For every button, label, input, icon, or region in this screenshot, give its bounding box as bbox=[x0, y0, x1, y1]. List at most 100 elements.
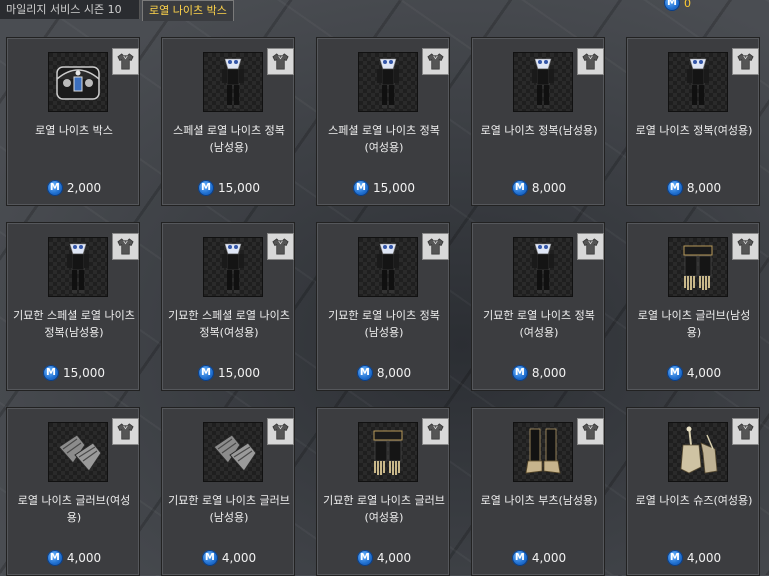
maple-point-icon: M bbox=[198, 180, 214, 196]
item-price: M 4,000 bbox=[317, 550, 451, 566]
price-value: 4,000 bbox=[531, 551, 567, 565]
item-card[interactable]: 기묘한 스페셜 로열 나이츠 정복(남성용) M 15,000 bbox=[6, 222, 140, 391]
maple-point-icon: M bbox=[356, 550, 373, 566]
price-value: 2,000 bbox=[66, 181, 102, 195]
knight-uniform-icon bbox=[203, 237, 263, 297]
equip-preview-shirt-icon[interactable] bbox=[112, 233, 139, 260]
item-card[interactable]: 기묘한 로열 나이츠 글러브(여성용) M 4,000 bbox=[316, 407, 450, 576]
price-value: 15,000 bbox=[218, 366, 260, 380]
maple-point-icon: M bbox=[353, 180, 369, 196]
balance-value: 0 bbox=[684, 0, 691, 10]
item-card[interactable]: 로열 나이츠 글러브(여성용) M 4,000 bbox=[6, 407, 140, 576]
equip-preview-shirt-icon[interactable] bbox=[267, 48, 294, 75]
price-value: 8,000 bbox=[686, 181, 722, 195]
treasure-box-icon bbox=[48, 52, 108, 112]
maple-point-icon: M bbox=[43, 365, 59, 381]
item-card[interactable]: 스페셜 로열 나이츠 정복(여성용) M 15,000 bbox=[316, 37, 450, 206]
item-price: M 8,000 bbox=[472, 365, 606, 381]
item-name: 로열 나이츠 글러브(남성용) bbox=[637, 309, 751, 339]
equip-preview-shirt-icon[interactable] bbox=[422, 418, 449, 445]
item-price: M 8,000 bbox=[317, 365, 451, 381]
item-price: M 15,000 bbox=[162, 180, 296, 196]
item-price: M 2,000 bbox=[7, 180, 141, 196]
equip-preview-shirt-icon[interactable] bbox=[732, 48, 759, 75]
equip-preview-shirt-icon[interactable] bbox=[577, 418, 604, 445]
item-name: 기묘한 스페셜 로열 나이츠 정복(여성용) bbox=[168, 309, 290, 339]
equip-preview-shirt-icon[interactable] bbox=[112, 418, 139, 445]
item-name: 로열 나이츠 글러브(여성용) bbox=[17, 494, 131, 524]
equip-preview-shirt-icon[interactable] bbox=[112, 48, 139, 75]
item-name: 로열 나이츠 부츠(남성용) bbox=[480, 494, 598, 507]
item-name: 스페셜 로열 나이츠 정복(남성용) bbox=[173, 124, 285, 154]
tab-bar: 마일리지 서비스 시즌 10 로열 나이츠 박스 M 0 bbox=[0, 0, 769, 22]
item-name: 기묘한 로열 나이츠 글러브(여성용) bbox=[323, 494, 445, 524]
knight-uniform-icon bbox=[668, 52, 728, 112]
equip-preview-shirt-icon[interactable] bbox=[422, 48, 449, 75]
item-card[interactable]: 기묘한 로열 나이츠 정복(남성용) M 8,000 bbox=[316, 222, 450, 391]
maple-point-icon: M bbox=[356, 365, 373, 381]
item-price: M 4,000 bbox=[7, 550, 141, 566]
maple-point-icon: M bbox=[511, 180, 528, 196]
maple-point-icon: M bbox=[511, 365, 528, 381]
boots-icon bbox=[513, 422, 573, 482]
item-name: 로열 나이츠 정복(여성용) bbox=[635, 124, 753, 137]
price-value: 8,000 bbox=[376, 366, 412, 380]
item-card[interactable]: 로열 나이츠 정복(남성용) M 8,000 bbox=[471, 37, 605, 206]
item-card[interactable]: 로열 나이츠 부츠(남성용) M 4,000 bbox=[471, 407, 605, 576]
equip-preview-shirt-icon[interactable] bbox=[732, 418, 759, 445]
price-value: 4,000 bbox=[221, 551, 257, 565]
equip-preview-shirt-icon[interactable] bbox=[732, 233, 759, 260]
item-name: 스페셜 로열 나이츠 정복(여성용) bbox=[328, 124, 440, 154]
item-name: 로열 나이츠 슈즈(여성용) bbox=[635, 494, 753, 507]
maple-point-icon: M bbox=[46, 180, 63, 196]
item-card[interactable]: 기묘한 로열 나이츠 정복(여성용) M 8,000 bbox=[471, 222, 605, 391]
price-value: 15,000 bbox=[218, 181, 260, 195]
item-card[interactable]: 로열 나이츠 정복(여성용) M 8,000 bbox=[626, 37, 760, 206]
knight-uniform-icon bbox=[358, 237, 418, 297]
price-value: 4,000 bbox=[686, 366, 722, 380]
maple-point-icon: M bbox=[201, 550, 218, 566]
equip-preview-shirt-icon[interactable] bbox=[267, 233, 294, 260]
price-value: 8,000 bbox=[531, 366, 567, 380]
item-card[interactable]: 기묘한 스페셜 로열 나이츠 정복(여성용) M 15,000 bbox=[161, 222, 295, 391]
price-value: 15,000 bbox=[63, 366, 105, 380]
tab-mileage-season[interactable]: 마일리지 서비스 시즌 10 bbox=[0, 0, 140, 19]
knight-uniform-icon bbox=[203, 52, 263, 112]
point-balance: M 0 bbox=[664, 0, 691, 11]
price-value: 4,000 bbox=[376, 551, 412, 565]
price-value: 4,000 bbox=[66, 551, 102, 565]
item-price: M 15,000 bbox=[317, 180, 451, 196]
item-card[interactable]: 로열 나이츠 글러브(남성용) M 4,000 bbox=[626, 222, 760, 391]
item-name: 로열 나이츠 정복(남성용) bbox=[480, 124, 598, 137]
item-name: 기묘한 로열 나이츠 글러브(남성용) bbox=[168, 494, 290, 524]
price-value: 15,000 bbox=[373, 181, 415, 195]
item-name: 로열 나이츠 박스 bbox=[35, 124, 113, 137]
knight-uniform-icon bbox=[48, 237, 108, 297]
item-price: M 4,000 bbox=[472, 550, 606, 566]
item-price: M 4,000 bbox=[627, 365, 761, 381]
silver-glove-icon bbox=[203, 422, 263, 482]
maple-point-icon: M bbox=[198, 365, 214, 381]
dark-glove-icon bbox=[668, 237, 728, 297]
tab-royal-knights-box[interactable]: 로열 나이츠 박스 bbox=[142, 0, 234, 21]
knight-uniform-icon bbox=[513, 237, 573, 297]
item-name: 기묘한 스페셜 로열 나이츠 정복(남성용) bbox=[13, 309, 135, 339]
heels-icon bbox=[668, 422, 728, 482]
item-card[interactable]: 스페셜 로열 나이츠 정복(남성용) M 15,000 bbox=[161, 37, 295, 206]
item-price: M 4,000 bbox=[162, 550, 296, 566]
equip-preview-shirt-icon[interactable] bbox=[267, 418, 294, 445]
knight-uniform-icon bbox=[358, 52, 418, 112]
knight-uniform-icon bbox=[513, 52, 573, 112]
equip-preview-shirt-icon[interactable] bbox=[422, 233, 449, 260]
item-card[interactable]: 기묘한 로열 나이츠 글러브(남성용) M 4,000 bbox=[161, 407, 295, 576]
silver-glove-icon bbox=[48, 422, 108, 482]
maple-point-icon: M bbox=[46, 550, 63, 566]
equip-preview-shirt-icon[interactable] bbox=[577, 48, 604, 75]
item-card[interactable]: 로열 나이츠 박스 M 2,000 bbox=[6, 37, 140, 206]
maple-point-icon: M bbox=[664, 0, 680, 11]
equip-preview-shirt-icon[interactable] bbox=[577, 233, 604, 260]
maple-point-icon: M bbox=[511, 550, 528, 566]
item-price: M 4,000 bbox=[627, 550, 761, 566]
item-price: M 15,000 bbox=[7, 365, 141, 381]
item-card[interactable]: 로열 나이츠 슈즈(여성용) M 4,000 bbox=[626, 407, 760, 576]
